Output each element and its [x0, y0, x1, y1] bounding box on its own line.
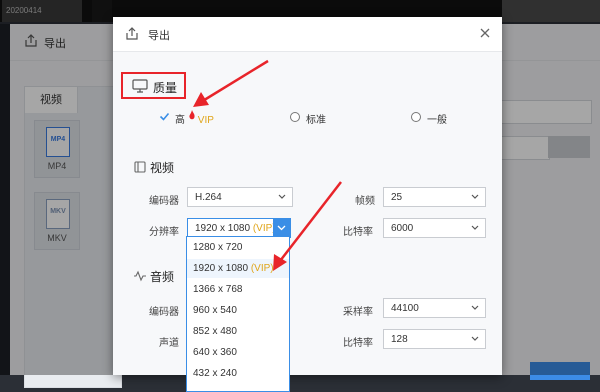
resolution-option[interactable]: 852 x 480 — [187, 322, 289, 341]
quality-highlight-box — [121, 72, 186, 99]
resolution-option-label: 432 x 240 — [193, 368, 237, 379]
resolution-option[interactable]: 432 x 240 — [187, 364, 289, 383]
samplerate-label: 采样率 — [343, 307, 373, 318]
resolution-label: 分辨率 — [149, 227, 179, 238]
resolution-option-label: 1920 x 1080 — [193, 263, 249, 274]
audio-bitrate-label: 比特率 — [343, 338, 373, 349]
quality-option-standard[interactable]: 标准 — [306, 111, 326, 126]
resolution-option-label: 960 x 540 — [193, 305, 237, 316]
video-bitrate-label: 比特率 — [343, 227, 373, 238]
resolution-value-text: 1920 x 1080 — [195, 223, 251, 234]
chevron-down-icon — [277, 225, 286, 231]
resolution-option-label: 1366 x 768 — [193, 284, 243, 295]
video-bitrate-select[interactable]: 6000 — [383, 218, 486, 238]
resolution-option[interactable]: 1920 x 1080 (VIP) — [187, 259, 289, 278]
vip-badge: VIP — [197, 115, 214, 126]
resolution-select[interactable]: 1920 x 1080 (VIP) — [187, 218, 291, 238]
chevron-down-icon — [471, 336, 479, 341]
resolution-option-label: 640 x 360 — [193, 347, 237, 358]
radio-normal[interactable] — [411, 112, 421, 122]
audio-section-title: 音频 — [150, 270, 175, 284]
quality-option-normal[interactable]: 一般 — [427, 111, 447, 126]
video-section-title: 视频 — [150, 161, 175, 175]
dialog-title: 导出 — [148, 30, 170, 42]
resolution-option-label: 1280 x 720 — [193, 242, 243, 253]
export-icon — [126, 27, 138, 40]
video-encoder-label: 编码器 — [149, 196, 179, 207]
resolution-dropdown-list: 1280 x 720 1920 x 1080 (VIP) 1366 x 768 … — [186, 236, 290, 392]
annotation-arrow-quality — [193, 59, 269, 107]
resolution-dropdown-button[interactable] — [273, 219, 290, 237]
framerate-value: 25 — [391, 192, 403, 203]
quality-option-high-label: 高 — [175, 115, 185, 126]
audio-encoder-label: 编码器 — [149, 307, 179, 318]
export-dialog: 导出 质量 高 VIP 标准 一般 视频 编码器 H.264 帧频 25 分辨率… — [113, 17, 502, 392]
flame-icon — [189, 110, 195, 120]
audio-bitrate-select[interactable]: 128 — [383, 329, 486, 349]
chevron-down-icon — [471, 194, 479, 199]
resolution-option[interactable]: 1280 x 720 — [187, 238, 289, 257]
resolution-option-vip: (VIP) — [250, 263, 274, 274]
channel-label: 声道 — [159, 338, 179, 349]
framerate-label: 帧频 — [355, 196, 375, 207]
samplerate-select[interactable]: 44100 — [383, 298, 486, 318]
chevron-down-icon — [471, 305, 479, 310]
close-icon[interactable] — [477, 25, 493, 41]
radio-checked-icon[interactable] — [159, 111, 170, 122]
video-icon — [134, 161, 146, 173]
chevron-down-icon — [471, 225, 479, 230]
video-encoder-value: H.264 — [195, 192, 222, 203]
video-encoder-select[interactable]: H.264 — [187, 187, 293, 207]
radio-standard[interactable] — [290, 112, 300, 122]
resolution-option[interactable]: 1366 x 768 — [187, 280, 289, 299]
chevron-down-icon — [278, 194, 286, 199]
audio-bitrate-value: 128 — [391, 334, 408, 345]
resolution-option-label: 852 x 480 — [193, 326, 237, 337]
dialog-header: 导出 — [113, 17, 502, 52]
samplerate-value: 44100 — [391, 303, 419, 314]
video-bitrate-value: 6000 — [391, 223, 414, 234]
audio-wave-icon — [134, 270, 146, 282]
resolution-option[interactable]: 640 x 360 — [187, 343, 289, 362]
framerate-select[interactable]: 25 — [383, 187, 486, 207]
resolution-option[interactable]: 960 x 540 — [187, 301, 289, 320]
resolution-value: 1920 x 1080 (VIP) — [195, 223, 276, 234]
